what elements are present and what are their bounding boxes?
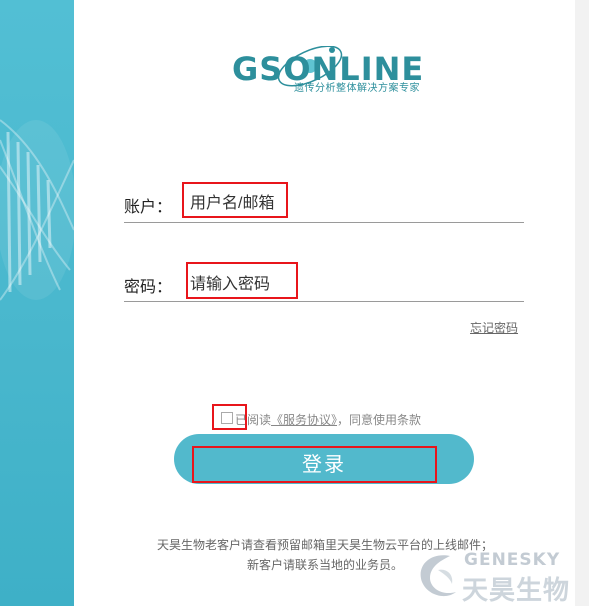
forgot-password-link[interactable]: 忘记密码 [470,319,518,336]
service-agreement-link[interactable]: 《服务协议》 [271,413,337,427]
agreement-text: 已阅读《服务协议》，同意使用条款 [219,411,421,428]
login-button-highlight [192,446,437,483]
dna-helix-image [0,119,74,301]
gsonline-logo: GSONLINE 遗传分析整体解决方案专家 [232,46,423,98]
account-input-highlight [182,182,288,218]
password-label: 密码： [124,279,173,296]
agreement-suffix: ，同意使用条款 [337,413,422,427]
logo-tagline: 遗传分析整体解决方案专家 [294,83,420,94]
watermark-en-text: GENESKY [464,550,561,570]
right-gutter [575,0,589,606]
password-input-highlight [186,262,298,299]
password-underline [124,301,524,302]
account-label: 账户： [124,199,173,216]
genesky-watermark: GENESKY 天昊生物 [412,548,582,605]
account-underline [124,222,524,223]
dna-side-banner [0,0,74,606]
agreement-checkbox-highlight [212,404,247,430]
watermark-cn-text: 天昊生物 [462,575,571,605]
genesky-logo-icon [420,555,456,597]
